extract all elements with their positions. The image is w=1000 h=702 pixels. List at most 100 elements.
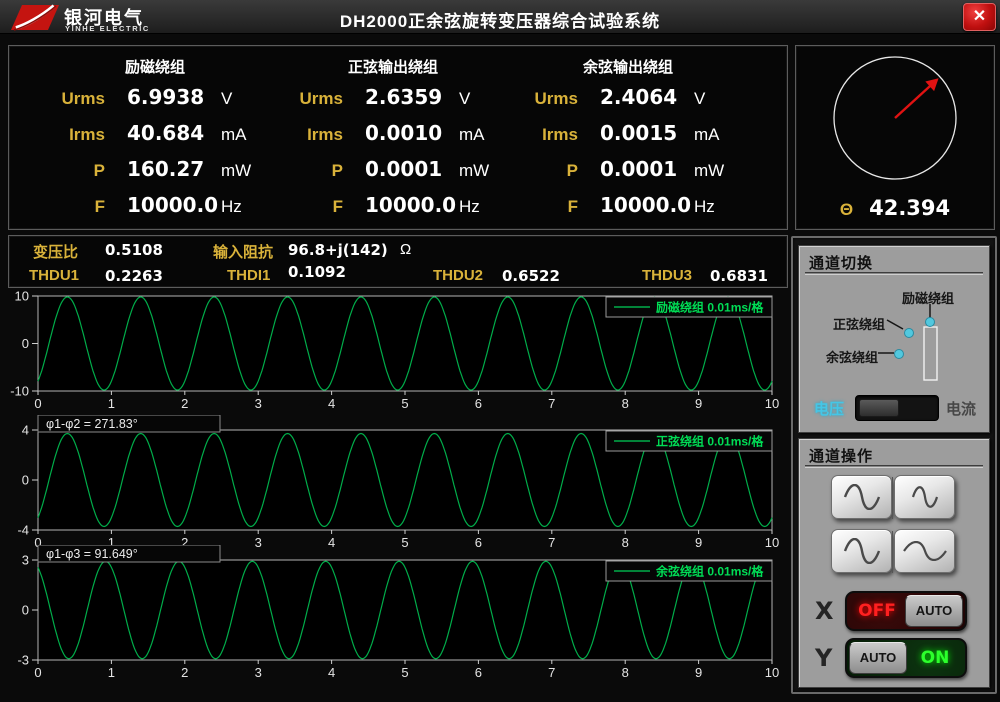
metric-label: Irms bbox=[39, 125, 105, 145]
divider bbox=[892, 477, 893, 519]
x-auto-button[interactable]: AUTO bbox=[905, 595, 963, 627]
waveform-button-1-right[interactable] bbox=[894, 475, 955, 519]
svg-text:-3: -3 bbox=[17, 653, 29, 668]
group-title: 余弦输出绕组 bbox=[512, 56, 744, 77]
ratio-label: 变压比 bbox=[33, 241, 78, 262]
svg-text:3: 3 bbox=[255, 396, 262, 411]
svg-text:7: 7 bbox=[548, 396, 555, 411]
app-title: DH2000正余弦旋转变压器综合试验系统 bbox=[0, 7, 1000, 32]
metric-unit: mW bbox=[459, 161, 509, 181]
metric-unit: Hz bbox=[694, 197, 744, 217]
channel-dot-excitation[interactable] bbox=[926, 318, 935, 327]
x-axis-toggle[interactable]: OFF AUTO bbox=[845, 591, 967, 631]
divider bbox=[892, 531, 893, 573]
svg-text:6: 6 bbox=[475, 665, 482, 680]
thdu1-label: THDU1 bbox=[29, 267, 79, 284]
waveform-chart-cosine: 01234567891030-3余弦绕组 0.01ms/格φ1-φ3 = 91.… bbox=[0, 545, 788, 685]
svg-text:10: 10 bbox=[765, 665, 779, 680]
metric-unit: mW bbox=[221, 161, 271, 181]
voltage-label: 电压 bbox=[814, 398, 844, 419]
channel-dot-cosine[interactable] bbox=[895, 350, 904, 359]
y-auto-button[interactable]: AUTO bbox=[849, 642, 907, 674]
metric-unit: Hz bbox=[221, 197, 271, 217]
channel-slider[interactable] bbox=[924, 327, 937, 380]
impedance-value: 96.8+j(142) bbox=[288, 241, 388, 259]
toggle-knob bbox=[859, 399, 899, 417]
waveform-button-2-right[interactable] bbox=[894, 529, 955, 573]
channel-dot-sine[interactable] bbox=[905, 329, 914, 338]
metric-value: 2.4064 bbox=[578, 85, 694, 109]
svg-text:10: 10 bbox=[15, 290, 29, 304]
metric-value: 160.27 bbox=[105, 157, 221, 181]
svg-text:8: 8 bbox=[622, 665, 629, 680]
theta-label: Θ bbox=[840, 200, 853, 219]
metric-label: F bbox=[39, 197, 105, 217]
metric-label: P bbox=[39, 161, 105, 181]
y-axis-label: Y bbox=[815, 644, 832, 672]
svg-text:励磁绕组 0.01ms/格: 励磁绕组 0.01ms/格 bbox=[656, 300, 764, 315]
svg-text:0: 0 bbox=[22, 473, 29, 488]
metric-label: F bbox=[512, 197, 578, 217]
svg-text:正弦绕组 0.01ms/格: 正弦绕组 0.01ms/格 bbox=[656, 434, 764, 449]
svg-text:2: 2 bbox=[181, 396, 188, 411]
metric-unit: V bbox=[694, 89, 744, 109]
svg-text:8: 8 bbox=[622, 396, 629, 411]
metric-value: 40.684 bbox=[105, 121, 221, 145]
metric-value: 10000.0 bbox=[105, 193, 221, 217]
phase-arrow bbox=[891, 73, 943, 122]
metric-label: P bbox=[512, 161, 578, 181]
y-on-state[interactable]: ON bbox=[907, 648, 963, 668]
app-window: { "header": { "brand": "银河电气", "brand_en… bbox=[0, 0, 1000, 702]
svg-text:5: 5 bbox=[401, 665, 408, 680]
metric-unit: V bbox=[221, 89, 271, 109]
voltage-current-toggle[interactable] bbox=[855, 395, 939, 421]
measurement-group-cosine: 余弦输出绕组 Urms2.4064V Irms0.0015mA P0.0001m… bbox=[512, 56, 744, 229]
phase-dial-panel: Θ42.394 bbox=[795, 45, 995, 230]
phase-dial bbox=[796, 46, 994, 194]
svg-text:0: 0 bbox=[34, 665, 41, 680]
thdi1-label: THDI1 bbox=[227, 267, 270, 284]
x-off-state[interactable]: OFF bbox=[849, 601, 905, 621]
metric-value: 0.0010 bbox=[343, 121, 459, 145]
svg-text:0: 0 bbox=[34, 396, 41, 411]
theta-readout: Θ42.394 bbox=[796, 196, 994, 220]
measurement-group-excitation: 励磁绕组 Urms6.9938V Irms40.684mA P160.27mW … bbox=[39, 56, 271, 229]
sine-wave-icon bbox=[841, 484, 883, 510]
waveform-button-1-left[interactable] bbox=[831, 475, 892, 519]
metric-value: 10000.0 bbox=[343, 193, 459, 217]
divider bbox=[805, 465, 983, 468]
stats-bar: 变压比 0.5108 输入阻抗 96.8+j(142) Ω THDU1 0.22… bbox=[8, 235, 788, 288]
metric-label: F bbox=[277, 197, 343, 217]
group-title: 正弦输出绕组 bbox=[277, 56, 509, 77]
waveform-button-pair-1 bbox=[831, 475, 957, 521]
svg-text:7: 7 bbox=[548, 665, 555, 680]
svg-text:4: 4 bbox=[328, 396, 335, 411]
svg-text:0: 0 bbox=[22, 336, 29, 351]
svg-text:1: 1 bbox=[108, 665, 115, 680]
svg-text:3: 3 bbox=[255, 665, 262, 680]
metric-value: 0.0001 bbox=[343, 157, 459, 181]
metric-label: Urms bbox=[512, 89, 578, 109]
svg-text:10: 10 bbox=[765, 396, 779, 411]
svg-text:5: 5 bbox=[401, 396, 408, 411]
y-axis-toggle[interactable]: AUTO ON bbox=[845, 638, 967, 678]
metric-value: 10000.0 bbox=[578, 193, 694, 217]
waveform-button-2-left[interactable] bbox=[831, 529, 892, 573]
channel-ops-panel: 通道操作 bbox=[798, 438, 990, 688]
svg-text:-10: -10 bbox=[10, 384, 29, 399]
metric-value: 0.0015 bbox=[578, 121, 694, 145]
metric-unit: Hz bbox=[459, 197, 509, 217]
sidebar: 通道切换 励磁绕组 正弦绕组 余弦绕组 电压 电流 通道操作 bbox=[791, 236, 997, 694]
metric-label: Urms bbox=[277, 89, 343, 109]
metric-unit: V bbox=[459, 89, 509, 109]
ratio-value: 0.5108 bbox=[105, 241, 163, 259]
current-label: 电流 bbox=[946, 398, 976, 419]
x-axis-control-row: X OFF AUTO bbox=[799, 591, 991, 631]
impedance-label: 输入阻抗 bbox=[213, 241, 273, 262]
thdu3-value: 0.6831 bbox=[710, 267, 768, 285]
close-button[interactable]: ✕ bbox=[963, 3, 996, 31]
metric-label: Urms bbox=[39, 89, 105, 109]
svg-text:6: 6 bbox=[475, 396, 482, 411]
thdu2-label: THDU2 bbox=[433, 267, 483, 284]
svg-text:3: 3 bbox=[22, 553, 29, 568]
